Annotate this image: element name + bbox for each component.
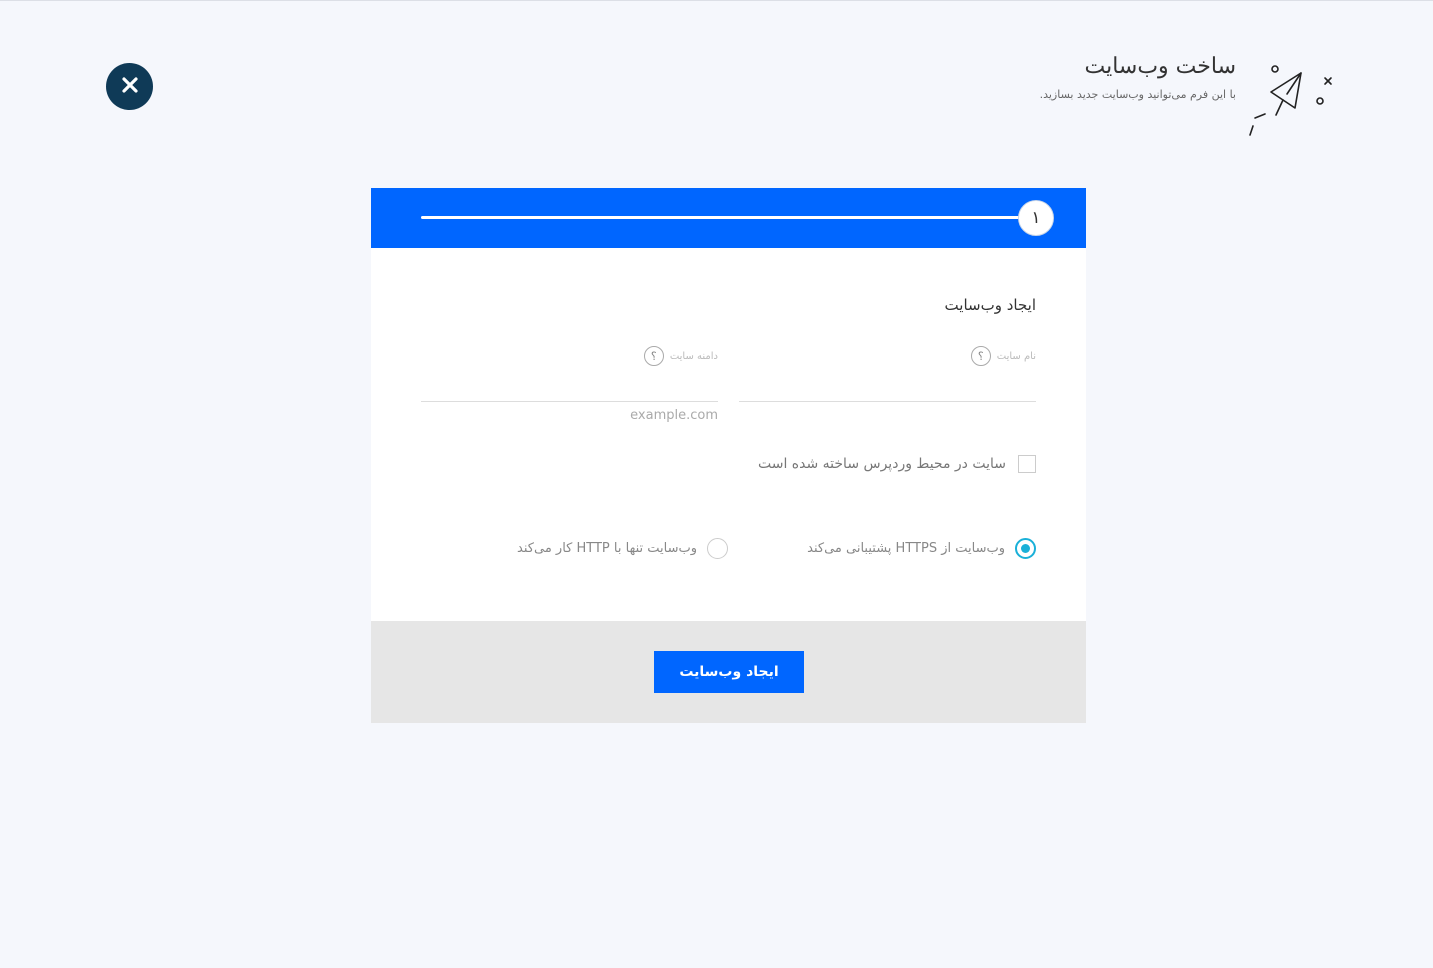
http-label: وب‌سایت تنها با HTTP کار می‌کند: [517, 541, 697, 556]
wordpress-option[interactable]: سایت در محیط وردپرس ساخته شده است: [758, 455, 1036, 473]
wordpress-checkbox[interactable]: [1018, 455, 1036, 473]
https-label: وب‌سایت از HTTPS پشتیبانی می‌کند: [807, 541, 1005, 556]
site-domain-label-row: دامنه سایت ؟: [643, 346, 718, 366]
form-title: ایجاد وب‌سایت: [944, 296, 1036, 314]
question-icon[interactable]: ؟: [643, 346, 664, 366]
page-header: ساخت وب‌سایت با این فرم می‌توانید وب‌سای…: [1040, 52, 1236, 101]
wordpress-label: سایت در محیط وردپرس ساخته شده است: [757, 456, 1006, 472]
site-name-label-row: نام سایت ؟: [970, 346, 1036, 366]
stepper-bar: ۱: [371, 188, 1086, 248]
site-domain-input[interactable]: [421, 374, 718, 402]
site-domain-hint: example.com: [630, 408, 718, 423]
https-option[interactable]: وب‌سایت از HTTPS پشتیبانی می‌کند: [807, 538, 1036, 559]
site-name-input[interactable]: [739, 374, 1036, 402]
close-icon: [121, 76, 139, 97]
http-option[interactable]: وب‌سایت تنها با HTTP کار می‌کند: [517, 538, 728, 559]
create-website-card: ۱ ایجاد وب‌سایت نام سایت ؟ دامنه سایت ؟ …: [371, 188, 1086, 723]
paper-plane-icon: [1245, 60, 1337, 140]
close-button[interactable]: [106, 63, 153, 110]
top-border: [0, 0, 1433, 3]
step-indicator: ۱: [1018, 200, 1054, 236]
create-website-button[interactable]: ایجاد وب‌سایت: [654, 651, 804, 693]
question-icon[interactable]: ؟: [970, 346, 991, 366]
site-name-label: نام سایت: [996, 350, 1036, 362]
card-footer: ایجاد وب‌سایت: [371, 621, 1086, 723]
http-radio[interactable]: [707, 538, 728, 559]
page-subtitle: با این فرم می‌توانید وب‌سایت جدید بسازید…: [1039, 88, 1236, 101]
site-domain-label: دامنه سایت: [669, 350, 718, 362]
progress-line: [421, 216, 1031, 219]
https-radio[interactable]: [1015, 538, 1036, 559]
page-title: ساخت وب‌سایت: [1084, 54, 1236, 79]
